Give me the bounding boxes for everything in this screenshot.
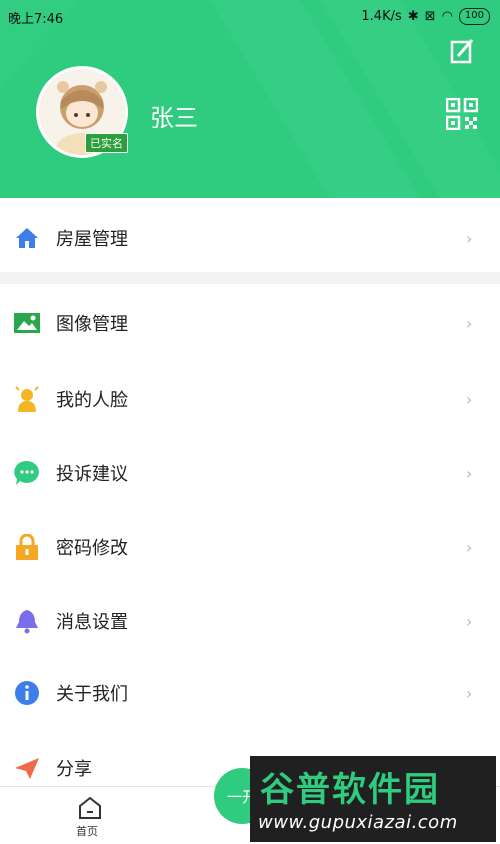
menu-item-label: 我的人脸: [56, 390, 128, 411]
watermark: 谷普软件园 www.gupuxiazai.com: [250, 756, 496, 842]
wifi-icon: ◠: [441, 9, 453, 24]
status-icons: 1.4K/s ✱ ⊠ ◠ 100: [361, 8, 490, 25]
chevron-right-icon: ›: [466, 228, 473, 248]
status-bar: 晚上7:46 1.4K/s ✱ ⊠ ◠ 100: [0, 0, 500, 34]
username: 张三: [150, 104, 198, 132]
home-outline-icon: [79, 796, 101, 819]
image-icon: [14, 310, 40, 336]
chevron-right-icon: ›: [466, 683, 473, 703]
chevron-right-icon: ›: [466, 463, 473, 483]
sim-icon: ⊠: [424, 9, 436, 24]
menu-item-label: 房屋管理: [56, 229, 128, 250]
menu-item-label: 消息设置: [56, 612, 128, 633]
watermark-title: 谷普软件园: [260, 770, 440, 810]
menu-item-complaints[interactable]: 投诉建议 ›: [0, 438, 500, 508]
chevron-right-icon: ›: [466, 313, 473, 333]
edit-icon[interactable]: [450, 38, 474, 64]
share-icon: [14, 755, 40, 781]
menu-item-my-face[interactable]: 我的人脸 ›: [0, 364, 500, 434]
profile-header: 晚上7:46 1.4K/s ✱ ⊠ ◠ 100 已实名 张三: [0, 0, 500, 198]
profile-page: 晚上7:46 1.4K/s ✱ ⊠ ◠ 100 已实名 张三 房屋管理 › 图像…: [0, 0, 500, 844]
status-time: 晚上7:46: [8, 12, 64, 27]
bluetooth-icon: ✱: [407, 9, 419, 24]
section-divider: [0, 272, 500, 284]
watermark-url: www.gupuxiazai.com: [258, 812, 458, 833]
menu-item-label: 图像管理: [56, 314, 128, 335]
battery-icon: 100: [458, 8, 490, 25]
menu-item-label: 关于我们: [56, 684, 128, 705]
network-speed: 1.4K/s: [361, 9, 402, 24]
menu-item-house-management[interactable]: 房屋管理 ›: [0, 203, 500, 273]
tab-home-label: 首页: [76, 825, 98, 838]
home-icon: [14, 225, 40, 251]
lock-icon: [14, 534, 40, 560]
menu-item-image-management[interactable]: 图像管理 ›: [0, 288, 500, 358]
chevron-right-icon: ›: [466, 611, 473, 631]
info-icon: [14, 680, 40, 706]
menu-item-label: 密码修改: [56, 538, 128, 559]
bell-icon: [14, 608, 40, 634]
menu-item-label: 分享: [56, 759, 92, 780]
chevron-right-icon: ›: [466, 389, 473, 409]
menu-item-about-us[interactable]: 关于我们 ›: [0, 658, 500, 728]
qr-code-icon[interactable]: [446, 98, 478, 130]
menu-item-label: 投诉建议: [56, 464, 128, 485]
chat-bubble-icon: [14, 460, 40, 486]
chevron-right-icon: ›: [466, 537, 473, 557]
verified-badge: 已实名: [85, 133, 128, 153]
menu-item-change-password[interactable]: 密码修改 ›: [0, 512, 500, 582]
menu-item-message-settings[interactable]: 消息设置 ›: [0, 586, 500, 656]
face-icon: [14, 386, 40, 412]
